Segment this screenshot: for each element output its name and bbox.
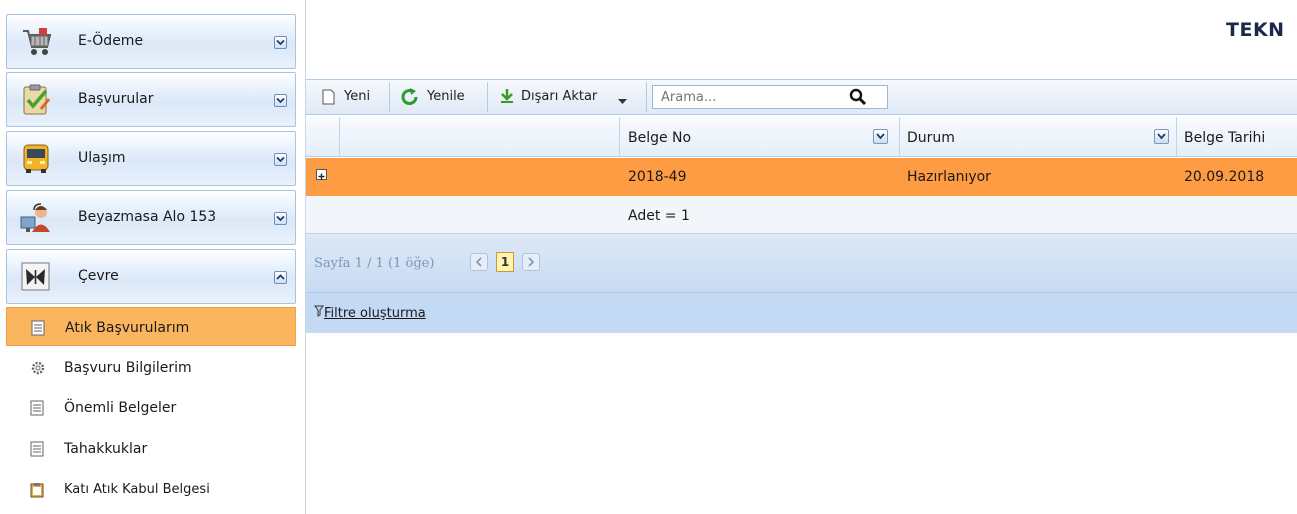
expand-icon[interactable] [316, 169, 327, 180]
cell-belge-no: 2018-49 [628, 169, 687, 185]
export-button[interactable]: Dışarı Aktar [490, 80, 640, 114]
grid-footer: Adet = 1 [306, 196, 1297, 234]
panel-label: Çevre [78, 268, 119, 284]
pager: Sayfa 1 / 1 (1 öğe) 1 [306, 234, 1297, 292]
chevron-down-icon[interactable] [274, 36, 287, 49]
refresh-button-label: Yenile [427, 89, 465, 104]
new-document-icon [322, 89, 335, 109]
column-header-durum[interactable]: Durum [907, 130, 955, 146]
panel-basvurular[interactable]: Başvurular [6, 72, 296, 127]
sidebar-item-tahakkuklar[interactable]: Tahakkuklar [6, 429, 296, 468]
refresh-button[interactable]: Yenile [392, 80, 484, 114]
sidebar-item-label: Atık Başvurularım [65, 320, 190, 336]
column-header-belge-tarihi[interactable]: Belge Tarihi [1184, 130, 1265, 146]
cell-belge-tarihi: 20.09.2018 [1184, 169, 1265, 185]
column-filter-belge-no[interactable] [873, 129, 888, 144]
record-count: Adet = 1 [628, 208, 690, 224]
panel-e-odeme[interactable]: E-Ödeme [6, 14, 296, 69]
column-header-belge-no[interactable]: Belge No [628, 130, 691, 146]
next-page-button[interactable] [522, 253, 540, 271]
prev-page-button[interactable] [470, 253, 488, 271]
cart-icon [19, 25, 53, 59]
main-content: TEKN Yeni Yenile Dışarı Aktar Arama... B… [306, 0, 1297, 514]
column-filter-durum[interactable] [1154, 129, 1169, 144]
support-agent-icon [19, 201, 53, 235]
grid-toolbar: Yeni Yenile Dışarı Aktar [306, 79, 1297, 115]
sidebar-item-kati-atik-kabul-belgesi[interactable]: Katı Atık Kabul Belgesi [6, 470, 296, 509]
filter-icon [314, 305, 324, 317]
chevron-up-icon[interactable] [274, 271, 287, 284]
sidebar-item-label: Katı Atık Kabul Belgesi [64, 482, 210, 497]
cell-durum: Hazırlanıyor [907, 169, 991, 185]
new-button[interactable]: Yeni [314, 80, 386, 114]
panel-ulasim[interactable]: Ulaşım [6, 131, 296, 186]
chevron-down-icon[interactable] [274, 94, 287, 107]
export-button-label: Dışarı Aktar [521, 89, 598, 104]
panel-label: Başvurular [78, 91, 154, 107]
create-filter-label: Filtre oluşturma [324, 306, 426, 321]
panel-beyazmasa[interactable]: Beyazmasa Alo 153 [6, 190, 296, 245]
new-button-label: Yeni [344, 89, 371, 104]
current-page-button[interactable]: 1 [496, 252, 514, 272]
chevron-down-icon[interactable] [274, 153, 287, 166]
search-input[interactable] [653, 86, 859, 108]
panel-label: Beyazmasa Alo 153 [78, 209, 217, 225]
document-icon [30, 441, 44, 457]
table-row[interactable]: 2018-49 Hazırlanıyor 20.09.2018 [306, 158, 1297, 196]
create-filter-link[interactable]: Filtre oluşturma [314, 305, 426, 321]
sidebar: E-Ödeme Başvurular Ulaşım Beyazmasa Alo … [0, 0, 306, 514]
sidebar-item-label: Önemli Belgeler [64, 400, 177, 416]
page-title: TEKN [1226, 19, 1285, 41]
clipboard-icon [30, 482, 44, 498]
refresh-icon [400, 87, 420, 111]
butterfly-icon [19, 260, 53, 294]
sidebar-item-label: Başvuru Bilgilerim [64, 360, 192, 376]
search-icon[interactable] [849, 88, 867, 106]
clipboard-check-icon [19, 83, 53, 117]
document-icon [30, 400, 44, 416]
document-icon [31, 320, 45, 336]
grid-header: Belge No Durum Belge Tarihi [306, 117, 1297, 157]
panel-label: E-Ödeme [78, 33, 144, 49]
sidebar-item-onemli-belgeler[interactable]: Önemli Belgeler [6, 388, 296, 427]
panel-label: Ulaşım [78, 150, 126, 166]
bus-icon [19, 142, 53, 176]
panel-cevre[interactable]: Çevre [6, 249, 296, 304]
chevron-down-icon[interactable] [274, 212, 287, 225]
filter-bar: Filtre oluşturma [306, 292, 1297, 333]
pager-summary: Sayfa 1 / 1 (1 öğe) [314, 256, 435, 271]
sidebar-item-basvuru-bilgilerim[interactable]: Başvuru Bilgilerim [6, 348, 296, 387]
download-icon [499, 88, 515, 108]
sidebar-item-label: Tahakkuklar [64, 441, 148, 457]
gear-icon [30, 360, 45, 376]
caret-down-icon [618, 94, 627, 109]
sidebar-item-atik-basvurularim[interactable]: Atık Başvurularım [6, 307, 296, 346]
search-box [652, 85, 888, 109]
